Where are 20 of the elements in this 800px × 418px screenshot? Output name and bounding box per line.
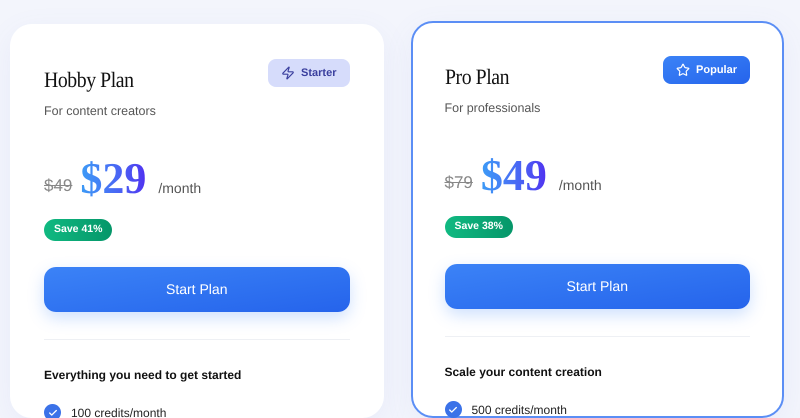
savings-badge: Save 38%	[444, 216, 513, 238]
starter-badge: Starter	[268, 59, 350, 87]
plan-subtitle: For professionals	[444, 100, 542, 117]
feature-text: 100 credits/month	[71, 404, 166, 418]
start-plan-button[interactable]: Start Plan	[444, 264, 750, 309]
price-period: /month	[558, 176, 602, 195]
savings-badge: Save 41%	[44, 218, 112, 241]
plan-title: Hobby Plan	[44, 66, 134, 94]
feature-text: 500 credits/month	[472, 402, 567, 418]
price-period: /month	[158, 178, 202, 198]
features-heading: Everything you need to get started	[44, 366, 242, 384]
start-plan-button[interactable]: Start Plan	[44, 266, 350, 312]
popular-badge: Popular	[663, 56, 750, 84]
lightning-icon	[281, 66, 296, 80]
plan-subtitle: For content creators	[44, 103, 157, 120]
old-price: $79	[444, 172, 473, 194]
plan-title: Pro Plan	[444, 63, 509, 91]
features-heading: Scale your content creation	[444, 364, 603, 381]
old-price: $49	[44, 175, 72, 198]
star-icon	[676, 63, 690, 77]
